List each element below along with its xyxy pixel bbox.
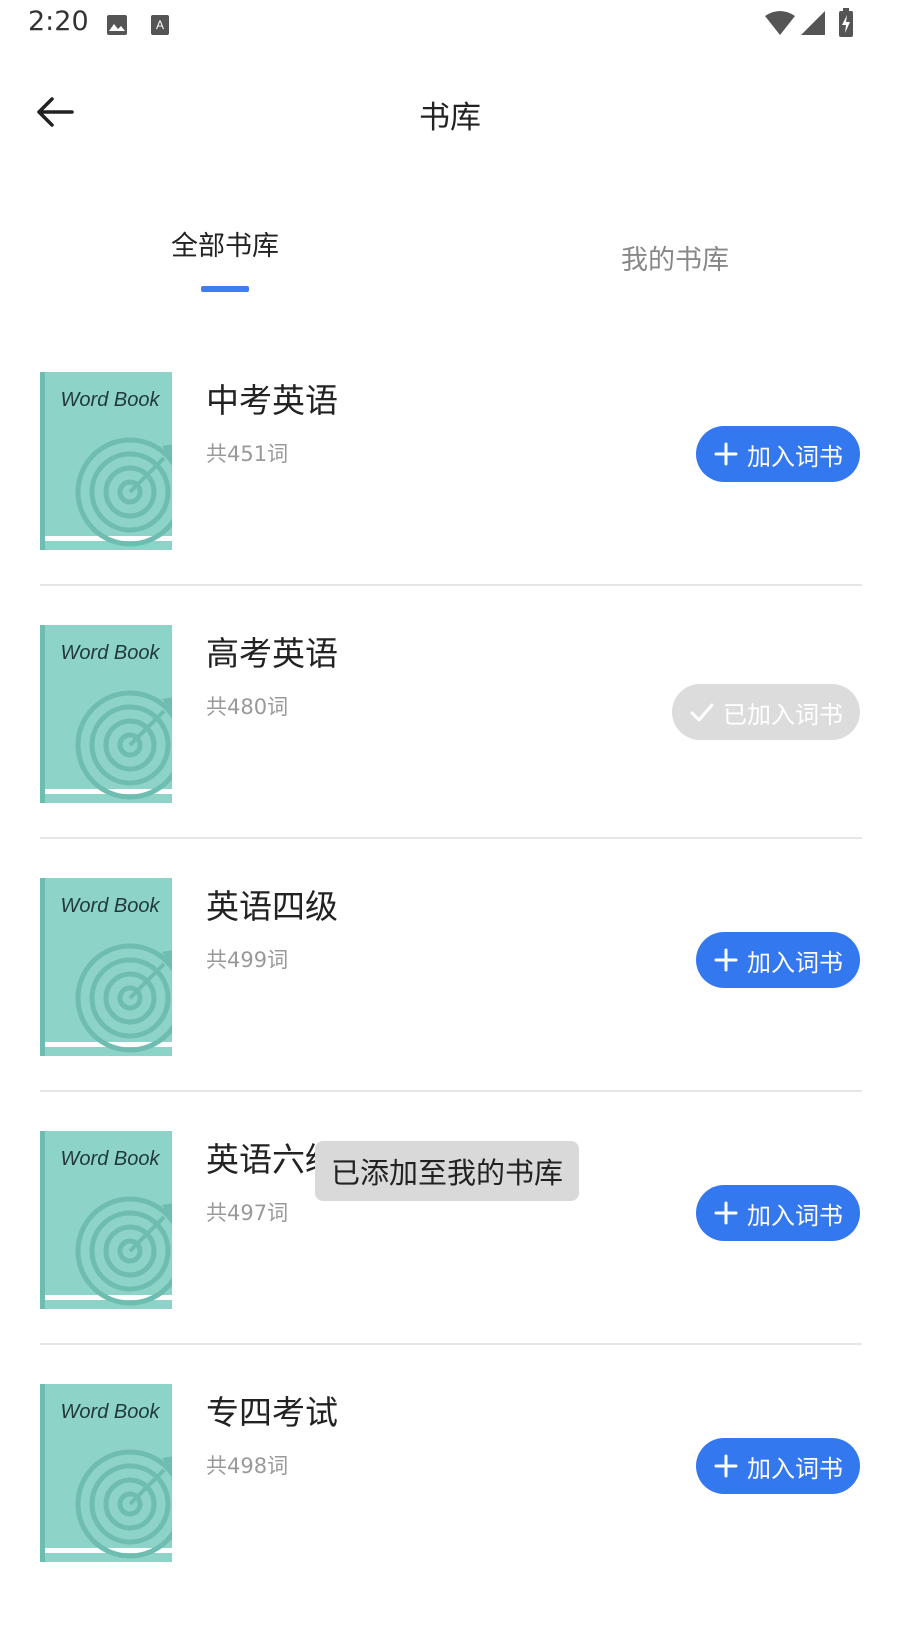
- add-to-wordbook-button[interactable]: 加入词书: [696, 426, 860, 482]
- cover-label: Word Book: [61, 1401, 161, 1423]
- plus-icon: [714, 442, 738, 466]
- book-title: 中考英语: [206, 381, 338, 420]
- page-title: 书库: [419, 100, 481, 136]
- word-count: 共480词: [206, 695, 289, 719]
- book-cover-image: Word Book: [40, 878, 172, 1056]
- image-icon: [107, 15, 127, 35]
- plus-icon: [714, 948, 738, 972]
- divider: [40, 1343, 862, 1345]
- cover-label: Word Book: [61, 1148, 161, 1170]
- plus-icon: [714, 1454, 738, 1478]
- divider: [40, 1090, 862, 1092]
- toast-message: 已添加至我的书库: [315, 1141, 580, 1201]
- book-cover-image: Word Book: [40, 372, 172, 550]
- added-to-wordbook-button[interactable]: 已加入词书: [672, 684, 860, 740]
- word-count: 共451词: [206, 442, 289, 466]
- added-button-label: 已加入词书: [723, 701, 843, 729]
- svg-text:A: A: [156, 18, 164, 32]
- add-to-wordbook-button[interactable]: 加入词书: [696, 1438, 860, 1494]
- book-title: 英语四级: [206, 887, 338, 926]
- cover-label: Word Book: [61, 895, 161, 917]
- book-item[interactable]: Word Book 英语四级 共499词 加入词书: [40, 878, 860, 1134]
- word-count: 共497词: [206, 1201, 289, 1225]
- status-time: 2:20: [28, 6, 89, 37]
- book-item[interactable]: Word Book 高考英语 共480词 已加入词书: [40, 625, 860, 881]
- word-count: 共499词: [206, 948, 289, 972]
- divider: [40, 584, 862, 586]
- word-count: 共498词: [206, 1454, 289, 1478]
- add-button-label: 加入词书: [747, 1202, 843, 1230]
- book-cover-image: Word Book: [40, 625, 172, 803]
- cover-label: Word Book: [61, 642, 161, 664]
- add-button-label: 加入词书: [747, 443, 843, 471]
- cellular-signal-icon: [801, 11, 825, 35]
- add-button-label: 加入词书: [747, 1455, 843, 1483]
- add-to-wordbook-button[interactable]: 加入词书: [696, 932, 860, 988]
- book-cover-image: Word Book: [40, 1131, 172, 1309]
- tab-all-library[interactable]: 全部书库: [150, 224, 300, 263]
- status-bar: 2:20 A: [0, 0, 900, 48]
- book-item[interactable]: Word Book 专四考试 共498词 加入词书: [40, 1384, 860, 1640]
- book-cover-image: Word Book: [40, 1384, 172, 1562]
- add-button-label: 加入词书: [747, 949, 843, 977]
- divider: [40, 837, 862, 839]
- tab-my-library[interactable]: 我的书库: [590, 238, 760, 277]
- plus-icon: [714, 1201, 738, 1225]
- book-title: 高考英语: [206, 634, 338, 673]
- wifi-icon: [765, 11, 795, 35]
- check-icon: [690, 703, 714, 722]
- book-title: 专四考试: [206, 1393, 338, 1432]
- add-to-wordbook-button[interactable]: 加入词书: [696, 1185, 860, 1241]
- active-tab-indicator: [201, 286, 249, 292]
- battery-charging-icon: [839, 8, 853, 37]
- text-notification-icon: A: [151, 15, 169, 35]
- book-item[interactable]: Word Book 中考英语 共451词 加入词书: [40, 372, 860, 628]
- cover-label: Word Book: [61, 389, 161, 411]
